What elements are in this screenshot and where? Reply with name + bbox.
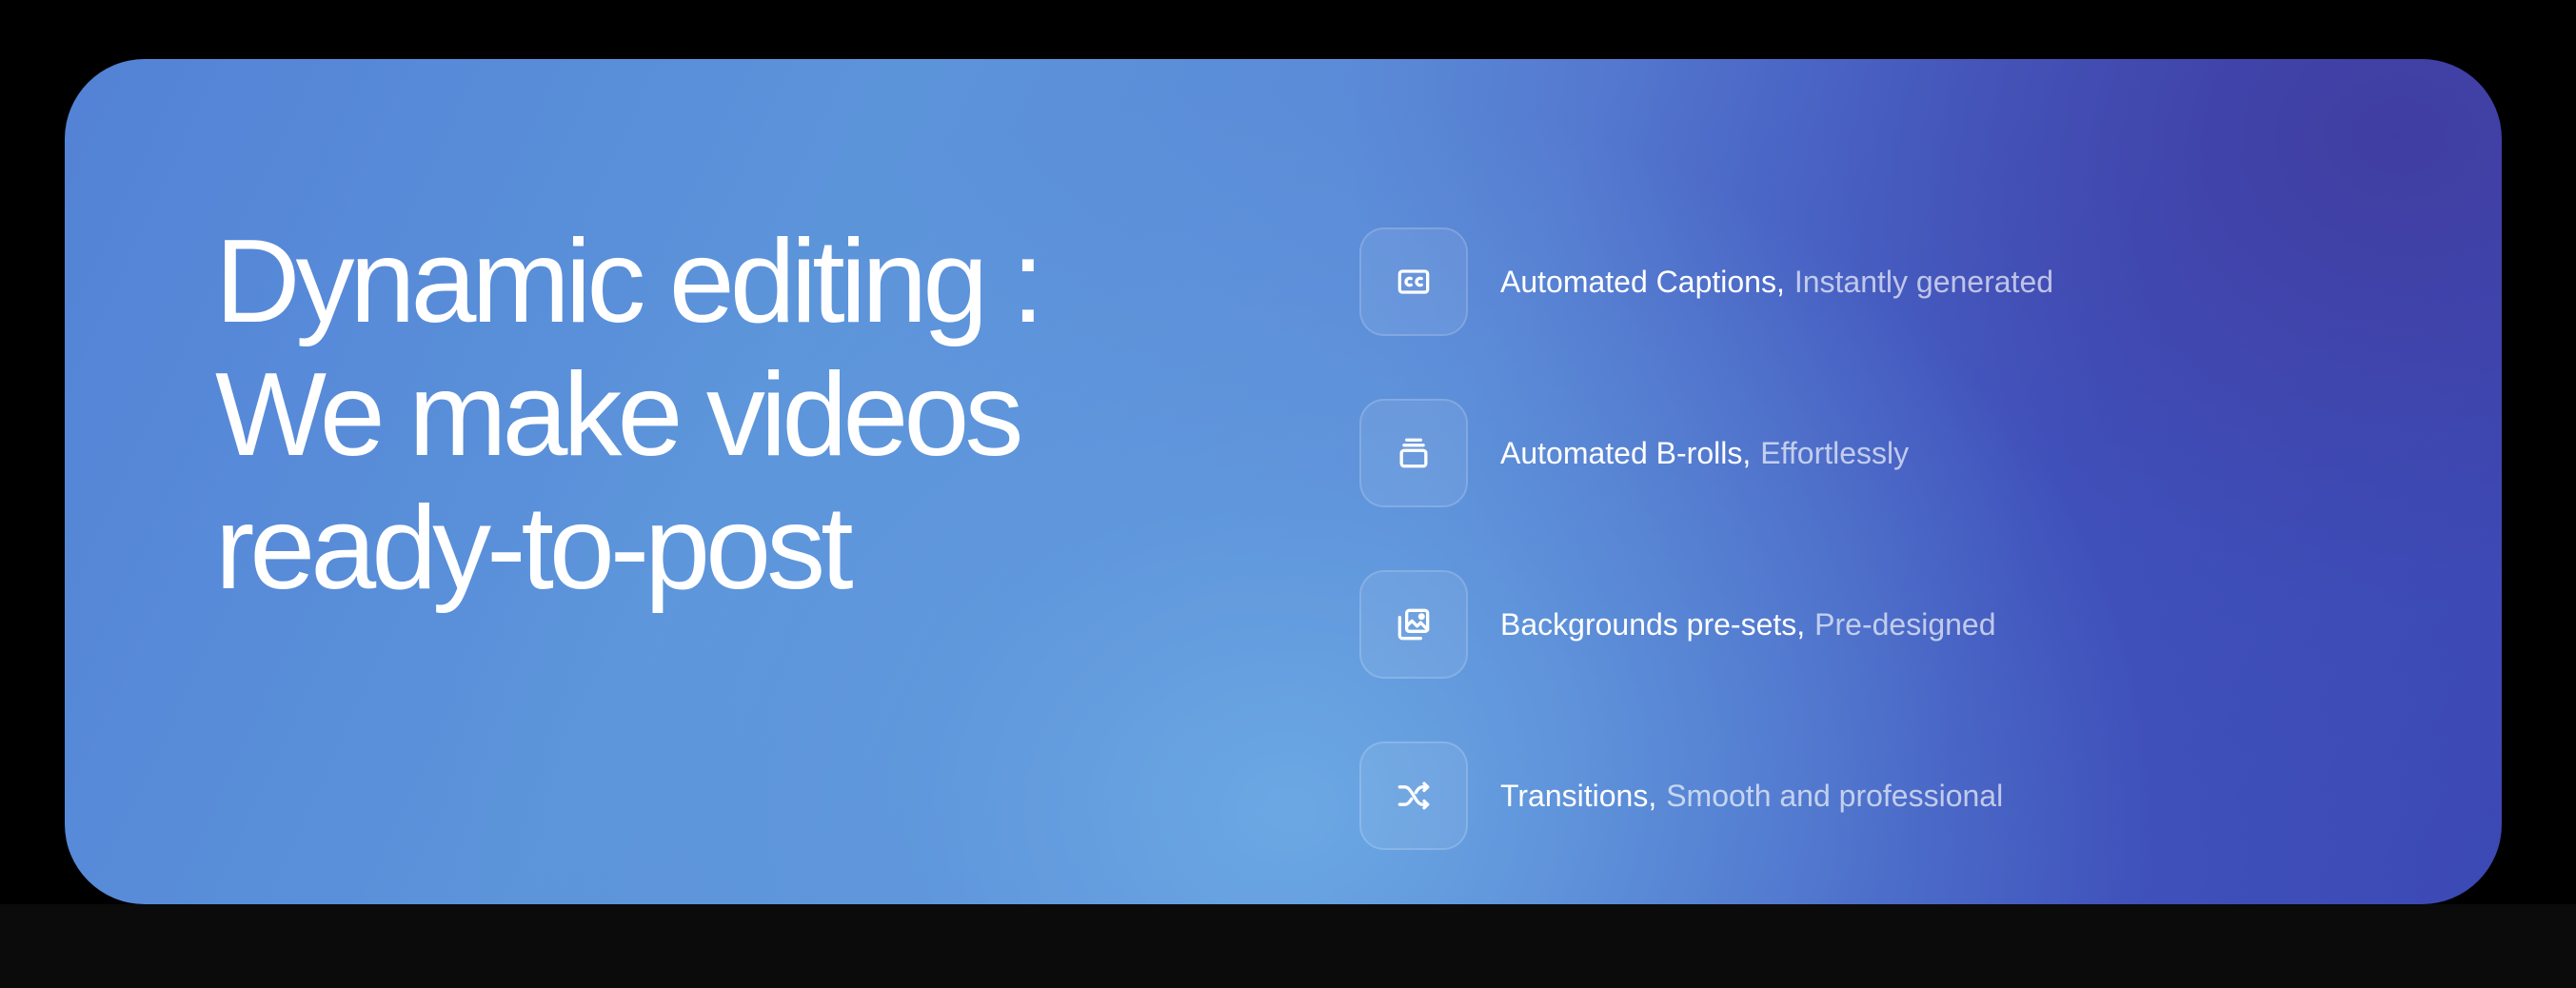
feature-text: Automated Captions, Instantly generated <box>1500 265 2053 300</box>
feature-item-b-rolls: Automated B-rolls, Effortlessly <box>1359 398 1909 508</box>
shuffle-icon <box>1359 741 1468 850</box>
feature-description: Instantly generated <box>1793 264 2054 299</box>
feature-text: Backgrounds pre-sets, Pre-designed <box>1500 607 1996 642</box>
feature-banner: Dynamic editing : We make videos ready-t… <box>65 59 2502 904</box>
feature-description: Effortlessly <box>1760 435 1910 470</box>
headline: Dynamic editing : We make videos ready-t… <box>215 215 1262 615</box>
headline-line-1: Dynamic editing : <box>215 216 1044 347</box>
headline-line-2: We make videos <box>215 349 1023 481</box>
stack-icon <box>1359 399 1468 507</box>
feature-item-transitions: Transitions, Smooth and professional <box>1359 741 2003 851</box>
image-layers-icon <box>1359 570 1468 679</box>
feature-item-captions: Automated Captions, Instantly generated <box>1359 227 2053 337</box>
feature-description: Smooth and professional <box>1666 778 2004 813</box>
headline-line-3: ready-to-post <box>215 483 854 614</box>
feature-title: Transitions, <box>1500 778 1657 813</box>
captions-icon <box>1359 227 1468 336</box>
page-bottom-strip <box>0 904 2576 988</box>
feature-title: Backgrounds pre-sets, <box>1500 606 1806 642</box>
feature-text: Transitions, Smooth and professional <box>1500 779 2003 814</box>
feature-description: Pre-designed <box>1814 606 1996 642</box>
feature-title: Automated Captions, <box>1500 264 1785 299</box>
feature-item-backgrounds: Backgrounds pre-sets, Pre-designed <box>1359 569 1996 680</box>
feature-text: Automated B-rolls, Effortlessly <box>1500 436 1909 471</box>
feature-title: Automated B-rolls, <box>1500 435 1752 470</box>
